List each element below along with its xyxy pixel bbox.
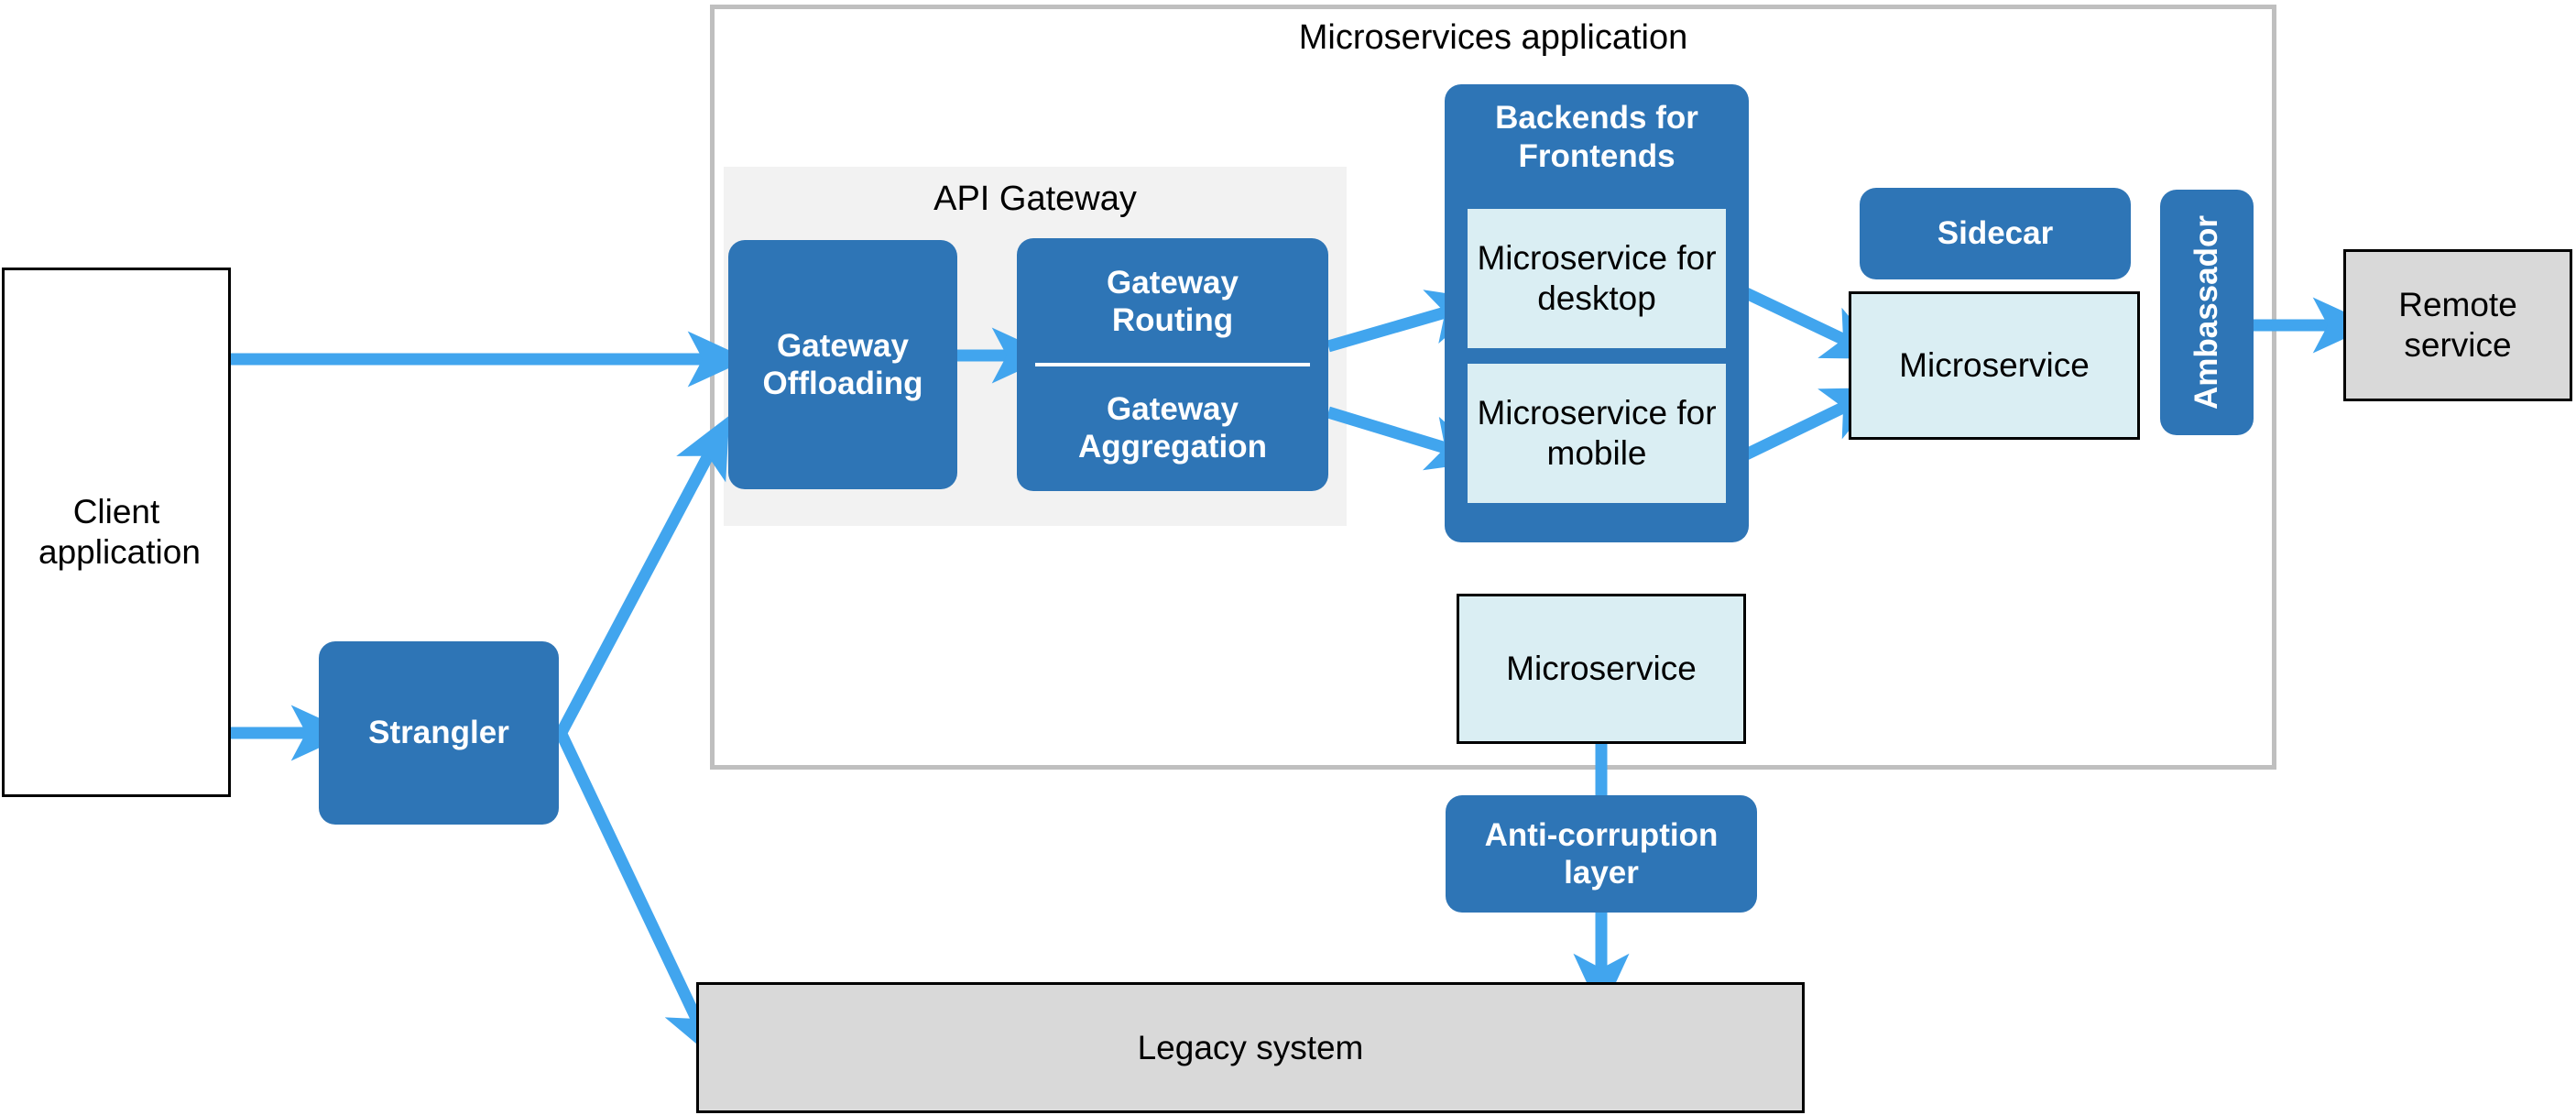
node-ambassador[interactable]: Ambassador — [2160, 190, 2254, 435]
microservice-legacy-facing-label: Microservice — [1506, 650, 1697, 688]
microservice-for-desktop-label: Microservice for desktop — [1477, 239, 1717, 317]
ambassador-label: Ambassador — [2189, 214, 2225, 410]
backends-for-frontends-title: Backends for Frontends — [1495, 100, 1698, 174]
diagram-canvas: Microservices application API Gateway Cl… — [0, 0, 2576, 1115]
legacy-system-label: Legacy system — [1137, 1028, 1364, 1066]
node-microservice-legacy-facing[interactable]: Microservice — [1457, 594, 1746, 744]
node-client-application[interactable]: Client application — [2, 268, 231, 797]
gateway-routing-aggregation-divider — [1035, 363, 1310, 366]
node-microservice-sidecar-host[interactable]: Microservice — [1849, 291, 2140, 440]
microservices-application-title: Microservices application — [1298, 18, 1688, 57]
strangler-label: Strangler — [368, 715, 509, 751]
node-strangler[interactable]: Strangler — [319, 641, 559, 825]
node-sidecar[interactable]: Sidecar — [1860, 188, 2131, 279]
node-gateway-aggregation[interactable]: Gateway Aggregation — [1017, 365, 1328, 491]
sidecar-label: Sidecar — [1937, 215, 2054, 252]
node-remote-service[interactable]: Remote service — [2343, 249, 2572, 401]
gateway-routing-label: Gateway Routing — [1107, 264, 1239, 338]
edge-strangler-to-legacy-system — [553, 726, 716, 1061]
node-microservice-for-desktop[interactable]: Microservice for desktop — [1468, 209, 1726, 348]
client-application-label: Client application — [38, 493, 201, 571]
edge-strangler-to-api-gateway — [553, 415, 730, 741]
node-legacy-system[interactable]: Legacy system — [696, 982, 1805, 1113]
api-gateway-title: API Gateway — [933, 180, 1137, 218]
gateway-offloading-label: Gateway Offloading — [762, 327, 923, 401]
gateway-aggregation-label: Gateway Aggregation — [1077, 390, 1268, 465]
node-microservice-for-mobile[interactable]: Microservice for mobile — [1468, 364, 1726, 503]
anti-corruption-layer-label: Anti-corruption layer — [1484, 816, 1719, 891]
remote-service-label: Remote service — [2398, 286, 2517, 364]
node-gateway-offloading[interactable]: Gateway Offloading — [728, 240, 957, 489]
microservice-sidecar-host-label: Microservice — [1899, 346, 2090, 385]
node-anti-corruption-layer[interactable]: Anti-corruption layer — [1446, 795, 1757, 913]
node-gateway-routing[interactable]: Gateway Routing — [1017, 238, 1328, 365]
microservice-for-mobile-label: Microservice for mobile — [1477, 394, 1717, 472]
